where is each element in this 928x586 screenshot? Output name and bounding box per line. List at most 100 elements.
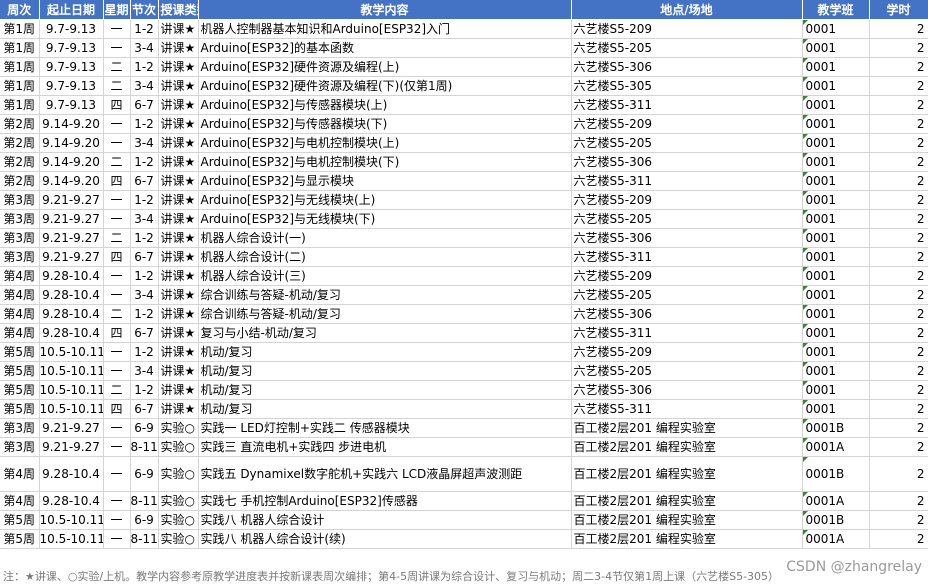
cell-content[interactable]: 机器人综合设计(三): [198, 266, 572, 286]
cell-week[interactable]: 第5周: [0, 380, 40, 400]
cell-place[interactable]: 百工楼2层201 编程实验室: [571, 510, 803, 530]
cell-content[interactable]: Arduino[ESP32]与传感器模块(上): [198, 95, 572, 115]
cell-content[interactable]: 复习与小结-机动/复习: [198, 323, 572, 343]
cell-place[interactable]: 百工楼2层201 编程实验室: [571, 491, 803, 511]
cell-type[interactable]: 讲课★: [158, 342, 199, 362]
cell-period[interactable]: 6-7: [130, 171, 159, 191]
cell-place[interactable]: 六艺楼S5-209: [571, 266, 803, 286]
cell-week[interactable]: 第1周: [0, 76, 40, 96]
cell-week[interactable]: 第4周: [0, 491, 40, 511]
cell-place[interactable]: 六艺楼S5-305: [571, 76, 803, 96]
cell-type[interactable]: 讲课★: [158, 114, 199, 134]
cell-dates[interactable]: 9.14-9.20: [39, 171, 104, 191]
cell-type[interactable]: 讲课★: [158, 190, 199, 210]
header-hours[interactable]: 学时: [869, 0, 928, 20]
cell-type[interactable]: 讲课★: [158, 95, 199, 115]
cell-type[interactable]: 实验○: [158, 437, 199, 457]
cell-dates[interactable]: 9.14-9.20: [39, 114, 104, 134]
cell-place[interactable]: 六艺楼S5-306: [571, 380, 803, 400]
cell-dates[interactable]: 9.7-9.13: [39, 19, 104, 39]
cell-weekday[interactable]: 一: [103, 19, 131, 39]
cell-place[interactable]: 六艺楼S5-205: [571, 133, 803, 153]
cell-content[interactable]: Arduino[ESP32]与显示模块: [198, 171, 572, 191]
header-dates[interactable]: 起止日期: [39, 0, 104, 20]
cell-content[interactable]: 综合训练与答疑-机动/复习: [198, 304, 572, 324]
cell-period[interactable]: 6-9: [130, 510, 159, 530]
cell-week[interactable]: 第3周: [0, 209, 40, 229]
cell-hours[interactable]: 2: [869, 190, 928, 210]
cell-type[interactable]: 讲课★: [158, 76, 199, 96]
cell-week[interactable]: 第5周: [0, 399, 40, 419]
cell-class[interactable]: 0001: [802, 380, 870, 400]
cell-period[interactable]: 1-2: [130, 266, 159, 286]
cell-week[interactable]: 第1周: [0, 57, 40, 77]
cell-type[interactable]: 讲课★: [158, 304, 199, 324]
header-weekday[interactable]: 星期: [103, 0, 131, 20]
cell-hours[interactable]: 2: [869, 133, 928, 153]
cell-period[interactable]: 1-2: [130, 380, 159, 400]
cell-hours[interactable]: 2: [869, 323, 928, 343]
cell-week[interactable]: 第4周: [0, 456, 40, 492]
cell-type[interactable]: 讲课★: [158, 380, 199, 400]
cell-hours[interactable]: 2: [869, 437, 928, 457]
cell-place[interactable]: 六艺楼S5-209: [571, 342, 803, 362]
cell-hours[interactable]: 2: [869, 510, 928, 530]
cell-period[interactable]: 1-2: [130, 342, 159, 362]
cell-dates[interactable]: 9.21-9.27: [39, 247, 104, 267]
cell-week[interactable]: 第2周: [0, 133, 40, 153]
cell-weekday[interactable]: 四: [103, 247, 131, 267]
cell-hours[interactable]: 2: [869, 304, 928, 324]
cell-period[interactable]: 1-2: [130, 304, 159, 324]
cell-hours[interactable]: 2: [869, 491, 928, 511]
cell-place[interactable]: 六艺楼S5-209: [571, 19, 803, 39]
cell-dates[interactable]: 10.5-10.11: [39, 529, 104, 549]
cell-week[interactable]: 第5周: [0, 529, 40, 549]
cell-hours[interactable]: 2: [869, 266, 928, 286]
cell-class[interactable]: 0001: [802, 399, 870, 419]
header-week[interactable]: 周次: [0, 0, 40, 20]
cell-place[interactable]: 六艺楼S5-205: [571, 285, 803, 305]
cell-type[interactable]: 讲课★: [158, 247, 199, 267]
cell-place[interactable]: 六艺楼S5-311: [571, 247, 803, 267]
cell-class[interactable]: 0001: [802, 171, 870, 191]
cell-dates[interactable]: 9.28-10.4: [39, 491, 104, 511]
cell-hours[interactable]: 2: [869, 418, 928, 438]
header-period[interactable]: 节次: [130, 0, 159, 20]
cell-period[interactable]: 8-11: [130, 529, 159, 549]
cell-weekday[interactable]: 一: [103, 456, 131, 492]
header-place[interactable]: 地点/场地: [571, 0, 803, 20]
cell-weekday[interactable]: 二: [103, 228, 131, 248]
cell-place[interactable]: 六艺楼S5-205: [571, 38, 803, 58]
cell-content[interactable]: 实践五 Dynamixel数字舵机+实践六 LCD液晶屏超声波测距: [198, 456, 572, 492]
cell-week[interactable]: 第4周: [0, 323, 40, 343]
cell-weekday[interactable]: 一: [103, 510, 131, 530]
cell-week[interactable]: 第4周: [0, 266, 40, 286]
cell-type[interactable]: 实验○: [158, 491, 199, 511]
cell-week[interactable]: 第3周: [0, 190, 40, 210]
cell-weekday[interactable]: 一: [103, 361, 131, 381]
cell-type[interactable]: 讲课★: [158, 323, 199, 343]
cell-place[interactable]: 六艺楼S5-306: [571, 304, 803, 324]
cell-dates[interactable]: 9.14-9.20: [39, 133, 104, 153]
header-class[interactable]: 教学班: [802, 0, 870, 20]
cell-type[interactable]: 讲课★: [158, 171, 199, 191]
cell-period[interactable]: 1-2: [130, 152, 159, 172]
cell-weekday[interactable]: 一: [103, 491, 131, 511]
cell-place[interactable]: 六艺楼S5-311: [571, 323, 803, 343]
cell-class[interactable]: 0001: [802, 76, 870, 96]
cell-period[interactable]: 8-11: [130, 491, 159, 511]
header-type[interactable]: 授课类型: [158, 0, 199, 20]
cell-type[interactable]: 讲课★: [158, 266, 199, 286]
cell-hours[interactable]: 2: [869, 342, 928, 362]
cell-content[interactable]: 机器人综合设计(一): [198, 228, 572, 248]
cell-dates[interactable]: 9.28-10.4: [39, 456, 104, 492]
cell-period[interactable]: 6-7: [130, 95, 159, 115]
header-content[interactable]: 教学内容: [198, 0, 572, 20]
cell-class[interactable]: 0001: [802, 361, 870, 381]
cell-hours[interactable]: 2: [869, 152, 928, 172]
cell-weekday[interactable]: 一: [103, 190, 131, 210]
cell-weekday[interactable]: 四: [103, 399, 131, 419]
cell-content[interactable]: Arduino[ESP32]与传感器模块(下): [198, 114, 572, 134]
cell-weekday[interactable]: 四: [103, 95, 131, 115]
cell-place[interactable]: 六艺楼S5-209: [571, 190, 803, 210]
